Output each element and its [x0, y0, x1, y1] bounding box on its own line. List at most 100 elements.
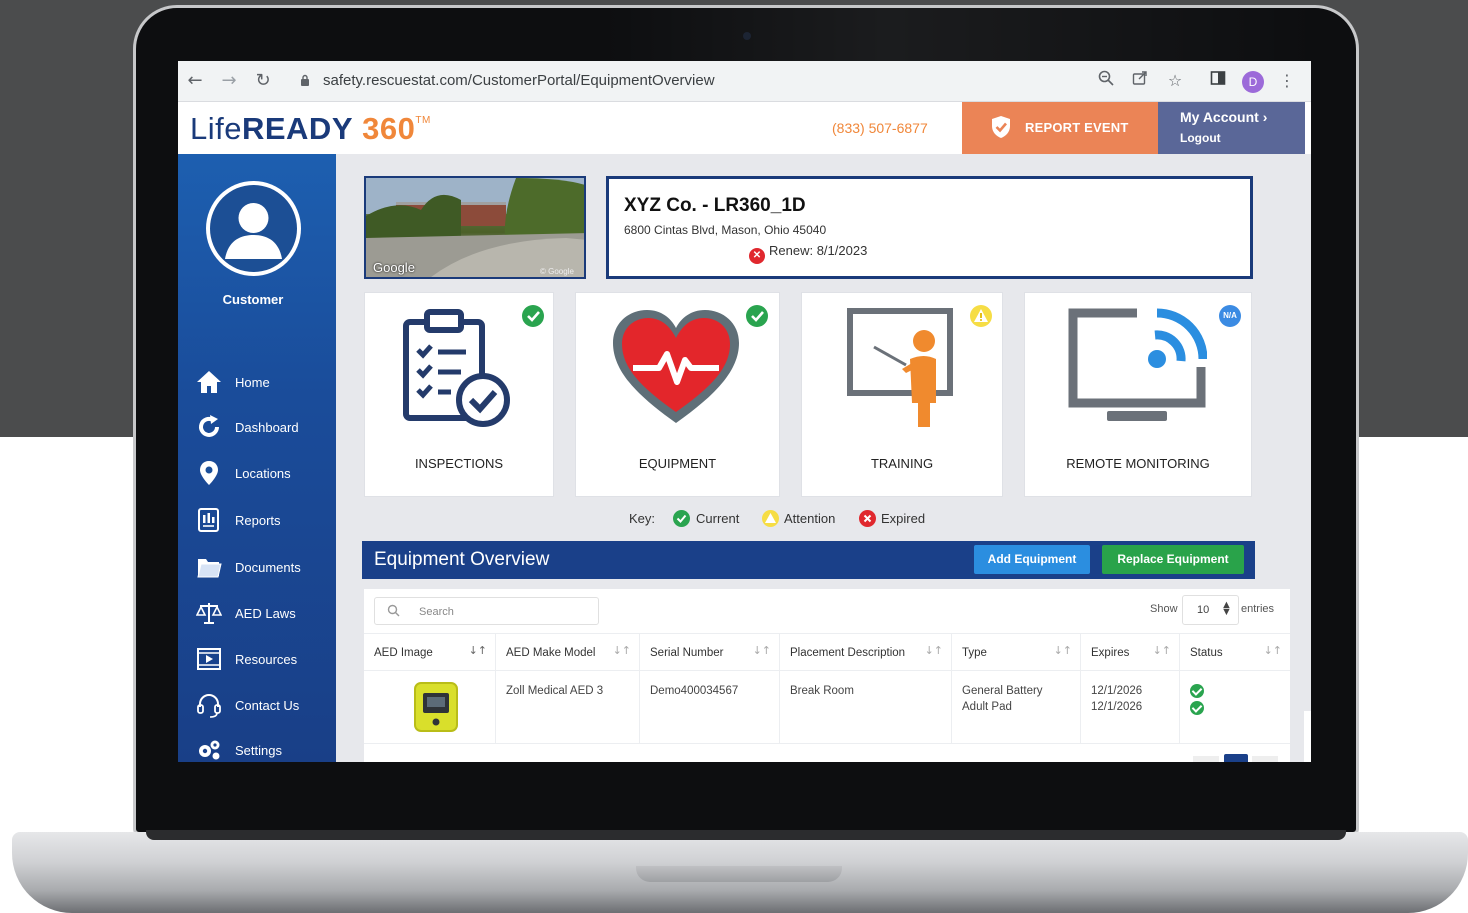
- location-photo[interactable]: Google © Google: [364, 176, 586, 279]
- laptop-screen: ← → ↻ safety.rescuestat.com/CustomerPort…: [178, 61, 1311, 762]
- browser-toolbar: ← → ↻ safety.rescuestat.com/CustomerPort…: [178, 61, 1311, 102]
- equipment-overview-header: Equipment Overview Add Equipment Replace…: [362, 541, 1255, 579]
- card-label: REMOTE MONITORING: [1066, 456, 1210, 471]
- column-header-placement[interactable]: Placement Description ↓↑: [780, 634, 952, 672]
- pagination-next[interactable]: [1252, 756, 1278, 762]
- status-current-icon: [1190, 684, 1204, 698]
- laptop-hinge: [146, 830, 1346, 840]
- my-account-label[interactable]: My Account ›: [1180, 109, 1267, 125]
- clipboard-check-icon: [403, 309, 510, 427]
- expired-x-icon: [859, 510, 876, 527]
- equipment-card[interactable]: EQUIPMENT: [575, 292, 780, 497]
- card-label: INSPECTIONS: [414, 456, 504, 471]
- scrollbar-thumb[interactable]: [1304, 711, 1311, 762]
- remote-monitoring-card[interactable]: N/A REMOTE MONITORING: [1024, 292, 1252, 497]
- lifeready-logo[interactable]: LifeREADY 360TM: [190, 111, 431, 147]
- more-menu-icon[interactable]: ⋮: [1276, 70, 1298, 92]
- location-name: XYZ Co. - LR360_1D: [624, 195, 806, 216]
- add-equipment-button[interactable]: Add Equipment: [974, 545, 1090, 574]
- serial-cell: Demo400034567: [640, 671, 780, 744]
- avatar[interactable]: [206, 181, 301, 276]
- phone-number[interactable]: (833) 507-6877: [832, 120, 928, 136]
- entries-per-page-select[interactable]: 10 ▲ ▼: [1182, 595, 1239, 625]
- scrollbar-track[interactable]: [1305, 154, 1311, 762]
- folder-icon: [197, 559, 222, 578]
- equipment-table: Show 10 ▲▼ entries AED Image↓↑ AED Make …: [364, 589, 1290, 762]
- column-header-make-model[interactable]: AED Make Model ↓↑: [496, 634, 640, 672]
- side-panel-icon[interactable]: [1207, 70, 1229, 92]
- status-current-badge: [522, 305, 544, 327]
- lock-icon[interactable]: [300, 74, 310, 86]
- sidebar-item-dashboard[interactable]: Dashboard: [196, 412, 334, 442]
- make-model-cell: Zoll Medical AED 3: [496, 671, 640, 744]
- sidebar-item-home[interactable]: Home: [196, 367, 334, 397]
- entries-label: entries: [1241, 603, 1275, 615]
- zoom-icon[interactable]: [1095, 70, 1117, 92]
- sort-icon: ↓↑: [1053, 644, 1072, 657]
- training-card[interactable]: TRAINING: [801, 292, 1003, 497]
- sidebar-item-resources[interactable]: Resources: [196, 644, 334, 674]
- column-header-serial[interactable]: Serial Number ↓↑: [640, 634, 780, 672]
- status-key: Key: Current Attention Expired: [629, 510, 1029, 530]
- bookmark-star-icon[interactable]: ☆: [1164, 70, 1186, 92]
- google-copyright: © Google: [540, 267, 574, 276]
- card-label: EQUIPMENT: [638, 456, 717, 471]
- search-icon: [387, 604, 400, 617]
- back-arrow-icon[interactable]: ←: [184, 70, 206, 92]
- heart-pulse-icon: [613, 310, 739, 423]
- my-account-button[interactable]: My Account › Logout: [1158, 102, 1305, 154]
- key-attention: Attention: [784, 511, 836, 526]
- browser-profile-avatar[interactable]: D: [1242, 71, 1264, 93]
- expired-x-icon: ✕: [749, 248, 765, 264]
- aed-device-image[interactable]: [413, 681, 459, 733]
- sidebar-item-settings[interactable]: Settings: [196, 735, 334, 762]
- type-cell: General Battery Adult Pad: [952, 671, 1081, 744]
- column-header-expires[interactable]: Expires ↓↑: [1081, 634, 1180, 672]
- current-check-icon: [673, 510, 690, 527]
- user-silhouette-icon: [225, 203, 282, 259]
- home-icon: [197, 371, 221, 393]
- pagination-previous[interactable]: [1193, 756, 1219, 762]
- pagination-current-page[interactable]: [1224, 754, 1248, 762]
- logout-link[interactable]: Logout: [1180, 131, 1221, 145]
- sidebar-item-aed-laws[interactable]: AED Laws: [196, 598, 334, 628]
- table-row[interactable]: Zoll Medical AED 3 Demo400034567 Break R…: [364, 671, 1290, 744]
- refresh-icon: [199, 415, 219, 437]
- location-address: 6800 Cintas Blvd, Mason, Ohio 45040: [624, 223, 827, 237]
- sidebar-item-contact-us[interactable]: Contact Us: [196, 690, 334, 720]
- status-cell: [1180, 671, 1290, 744]
- sort-icon: ↓↑: [1263, 644, 1282, 657]
- forward-arrow-icon[interactable]: →: [218, 70, 240, 92]
- search-field[interactable]: [374, 597, 599, 625]
- google-watermark: Google: [373, 260, 415, 275]
- search-input[interactable]: [419, 603, 589, 621]
- replace-equipment-button[interactable]: Replace Equipment: [1102, 545, 1244, 574]
- sort-icon: ↓↑: [468, 644, 487, 657]
- column-header-type[interactable]: Type ↓↑: [952, 634, 1081, 672]
- status-attention-badge: [970, 305, 992, 327]
- column-header-status[interactable]: Status ↓↑: [1180, 634, 1290, 672]
- location-info-card: XYZ Co. - LR360_1D 6800 Cintas Blvd, Mas…: [606, 176, 1253, 279]
- scales-icon: [196, 603, 222, 624]
- reload-icon[interactable]: ↻: [252, 70, 274, 92]
- status-current-badge: [746, 305, 768, 327]
- status-current-icon: [1190, 701, 1204, 715]
- address-bar[interactable]: safety.rescuestat.com/CustomerPortal/Equ…: [323, 72, 715, 89]
- location-pin-icon: [200, 461, 218, 485]
- sidebar-item-locations[interactable]: Locations: [196, 458, 334, 488]
- sort-icon: ↓↑: [612, 644, 631, 657]
- laptop-notch: [636, 866, 842, 882]
- inspections-card[interactable]: INSPECTIONS: [364, 292, 554, 497]
- webcam: [743, 32, 751, 40]
- key-expired: Expired: [881, 511, 926, 526]
- report-icon: [198, 508, 219, 532]
- sidebar-item-reports[interactable]: Reports: [196, 505, 334, 535]
- film-icon: [197, 648, 221, 670]
- trainer-board-icon: [847, 308, 953, 427]
- sort-icon: ↓↑: [752, 644, 771, 657]
- share-icon[interactable]: [1129, 70, 1151, 92]
- sidebar-item-documents[interactable]: Documents: [196, 552, 334, 582]
- column-header-aed-image[interactable]: AED Image ↓↑: [364, 634, 496, 672]
- up-down-arrows-icon: ▲ ▼: [1221, 599, 1232, 618]
- report-event-button[interactable]: REPORT EVENT: [962, 102, 1158, 154]
